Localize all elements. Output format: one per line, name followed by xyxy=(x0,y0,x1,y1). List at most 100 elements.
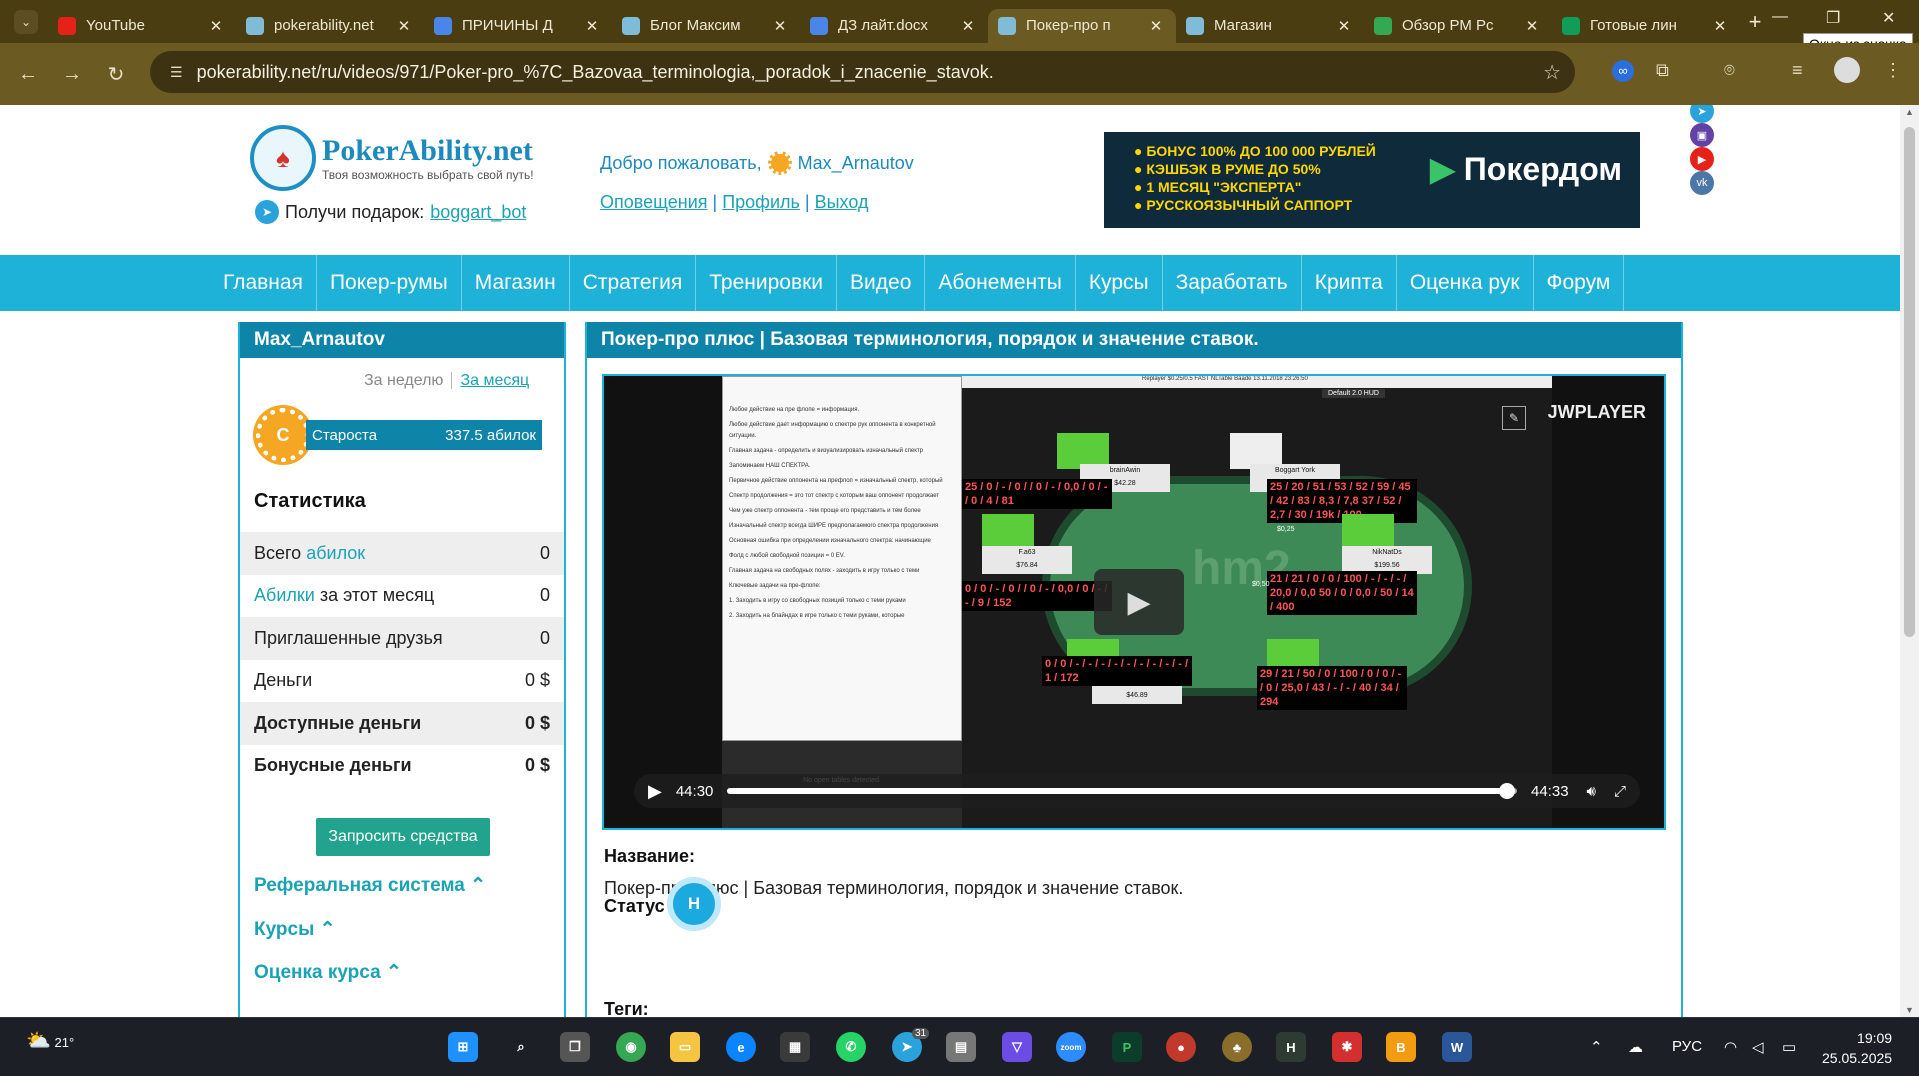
reload-icon[interactable]: ↻ xyxy=(94,62,138,87)
nav-item[interactable]: Форум xyxy=(1534,255,1625,311)
clock[interactable]: 19:09 25.05.2025 xyxy=(1822,1028,1892,1068)
row-link[interactable]: абилок xyxy=(306,543,365,563)
tab-close-icon[interactable]: ✕ xyxy=(1522,17,1542,35)
tab-close-icon[interactable]: ✕ xyxy=(1710,17,1730,35)
file-explorer-icon[interactable]: ▭ xyxy=(670,1032,700,1062)
telegram-social-icon[interactable]: ➤ xyxy=(1690,105,1714,123)
profile-link[interactable]: Профиль xyxy=(722,192,800,212)
chevron-up-tray-icon[interactable]: ⌃ xyxy=(1590,1038,1603,1056)
nav-item[interactable]: Тренировки xyxy=(696,255,838,311)
nav-item[interactable]: Магазин xyxy=(462,255,570,311)
kebab-menu-icon[interactable]: ⋮ xyxy=(1884,60,1902,81)
seek-bar[interactable] xyxy=(727,783,1517,799)
whatsapp-icon[interactable]: ✆ xyxy=(836,1032,866,1062)
browser-tab[interactable]: Готовые лин ✕ xyxy=(1552,9,1740,43)
nav-item[interactable]: Курсы xyxy=(1076,255,1163,311)
nav-item[interactable]: Оценка рук xyxy=(1397,255,1534,311)
browser-tab[interactable]: ДЗ лайт.docx ✕ xyxy=(800,9,988,43)
notifications-link[interactable]: Оповещения xyxy=(600,192,708,212)
period-week[interactable]: За неделю xyxy=(364,372,443,389)
browser-tab[interactable]: Блог Максим ✕ xyxy=(612,9,800,43)
tab-close-icon[interactable]: ✕ xyxy=(958,17,978,35)
browser-tab[interactable]: YouTube ✕ xyxy=(48,9,236,43)
speaker-icon[interactable]: ◁ xyxy=(1752,1038,1764,1056)
vpn-icon[interactable]: ▽ xyxy=(1002,1032,1032,1062)
word-icon[interactable]: W xyxy=(1442,1032,1472,1062)
minimize-button[interactable]: — xyxy=(1772,8,1788,26)
courses-section-toggle[interactable]: Курсы ⌃ xyxy=(254,918,336,941)
browser-tab[interactable]: Обзор РМ Рс ✕ xyxy=(1364,9,1552,43)
video-player[interactable]: Любое действие на пре флопе = информация… xyxy=(602,374,1666,830)
browser-tab[interactable]: Магазин ✕ xyxy=(1176,9,1364,43)
browser-tab[interactable]: Покер-про п ✕ xyxy=(988,8,1176,43)
tab-close-icon[interactable]: ✕ xyxy=(582,17,602,35)
tab-close-icon[interactable]: ✕ xyxy=(206,17,226,35)
cloud-icon[interactable]: ☁ xyxy=(1628,1038,1643,1056)
youtube-social-icon[interactable]: ▶ xyxy=(1690,147,1714,171)
wifi-icon[interactable]: ◠ xyxy=(1724,1038,1737,1056)
referral-section-toggle[interactable]: Реферальная система ⌃ xyxy=(254,874,486,897)
store-icon[interactable]: ▦ xyxy=(780,1032,810,1062)
tab-close-icon[interactable]: ✕ xyxy=(1146,17,1166,35)
tab-close-icon[interactable]: ✕ xyxy=(1334,17,1354,35)
course-rating-section-toggle[interactable]: Оценка курса ⌃ xyxy=(254,961,402,984)
pokerdom-banner[interactable]: ● БОНУС 100% ДО 100 000 РУБЛЕЙ ● КЭШБЭК … xyxy=(1104,132,1640,228)
vk-social-icon[interactable]: vk xyxy=(1690,171,1714,195)
extensions-puzzle-icon[interactable]: ⧉ xyxy=(1656,60,1669,81)
volume-icon[interactable]: 🔊︎ xyxy=(1587,783,1596,800)
play-overlay-button[interactable]: ▶ xyxy=(1094,569,1184,635)
tab-close-icon[interactable]: ✕ xyxy=(394,17,414,35)
edge-icon[interactable]: e xyxy=(726,1032,756,1062)
bookmark-star-icon[interactable]: ☆ xyxy=(1543,60,1561,85)
zoom-icon[interactable]: zoom xyxy=(1056,1032,1086,1062)
seek-knob[interactable] xyxy=(1499,783,1516,799)
search-icon[interactable]: ⌕ xyxy=(506,1032,536,1062)
hm-app-icon[interactable]: H xyxy=(1276,1032,1306,1062)
page-scrollbar[interactable]: ▲ ▼ xyxy=(1900,105,1919,1017)
url-field[interactable]: ☰ pokerability.net/ru/videos/971/Poker-p… xyxy=(150,51,1575,93)
nav-item[interactable]: Стратегия xyxy=(570,255,697,311)
poker-chip-icon[interactable]: ● xyxy=(1166,1032,1196,1062)
browser-tab[interactable]: pokerability.net ✕ xyxy=(236,9,424,43)
site-info-icon[interactable]: ☰ xyxy=(170,64,183,81)
nav-item[interactable]: Крипта xyxy=(1302,255,1397,311)
logout-link[interactable]: Выход xyxy=(815,192,869,212)
scroll-up-icon[interactable]: ▲ xyxy=(1905,107,1914,117)
scroll-down-icon[interactable]: ▼ xyxy=(1905,1005,1914,1015)
profile-avatar[interactable] xyxy=(1834,57,1860,83)
start-icon[interactable]: ⊞ xyxy=(448,1032,478,1062)
lang-indicator[interactable]: РУС xyxy=(1672,1038,1702,1055)
tab-close-icon[interactable]: ✕ xyxy=(770,17,790,35)
nav-item[interactable]: Главная xyxy=(210,255,317,311)
restore-button[interactable]: ❐ xyxy=(1826,8,1840,28)
extension-loop-icon[interactable]: ∞ xyxy=(1612,60,1634,82)
row-link[interactable]: Абилки xyxy=(254,585,315,605)
task-view-icon[interactable]: ❐ xyxy=(560,1032,590,1062)
pencil-icon[interactable]: ✎ xyxy=(1502,406,1526,430)
app-gear-icon[interactable]: ✱ xyxy=(1332,1032,1362,1062)
scroll-thumb[interactable] xyxy=(1904,127,1915,637)
nav-item[interactable]: Заработать xyxy=(1163,255,1302,311)
nav-item[interactable]: Абонементы xyxy=(925,255,1076,311)
media-control-icon[interactable]: ≡ xyxy=(1792,60,1803,81)
close-window-button[interactable]: ✕ xyxy=(1882,8,1895,28)
tab-search-menu[interactable]: ⌄ xyxy=(14,9,38,34)
play-icon[interactable]: ▶ xyxy=(648,781,662,802)
poker-app-icon[interactable]: ♣ xyxy=(1222,1032,1252,1062)
twitch-social-icon[interactable]: ▣ xyxy=(1690,123,1714,147)
weather-widget[interactable]: ⛅ 21° xyxy=(26,1028,74,1053)
nav-item[interactable]: Видео xyxy=(837,255,926,311)
screenshot-icon[interactable]: ⌾ xyxy=(1724,60,1735,81)
request-funds-button[interactable]: Запросить средства xyxy=(316,818,490,856)
site-logo[interactable]: ♠ PokerAbility.net Твоя возможность выбр… xyxy=(250,125,534,191)
calculator-icon[interactable]: ▤ xyxy=(946,1032,976,1062)
chrome-icon[interactable]: ◉ xyxy=(616,1032,646,1062)
new-tab-button[interactable]: + xyxy=(1740,9,1770,35)
browser-tab[interactable]: ПРИЧИНЫ Д ✕ xyxy=(424,9,612,43)
forward-icon[interactable]: → xyxy=(50,63,94,86)
gift-bot-link[interactable]: boggart_bot xyxy=(430,202,526,223)
back-icon[interactable]: ← xyxy=(6,63,50,86)
nav-item[interactable]: Покер-румы xyxy=(317,255,462,311)
b-app-icon[interactable]: B xyxy=(1386,1032,1416,1062)
battery-icon[interactable]: ▭ xyxy=(1782,1038,1796,1056)
